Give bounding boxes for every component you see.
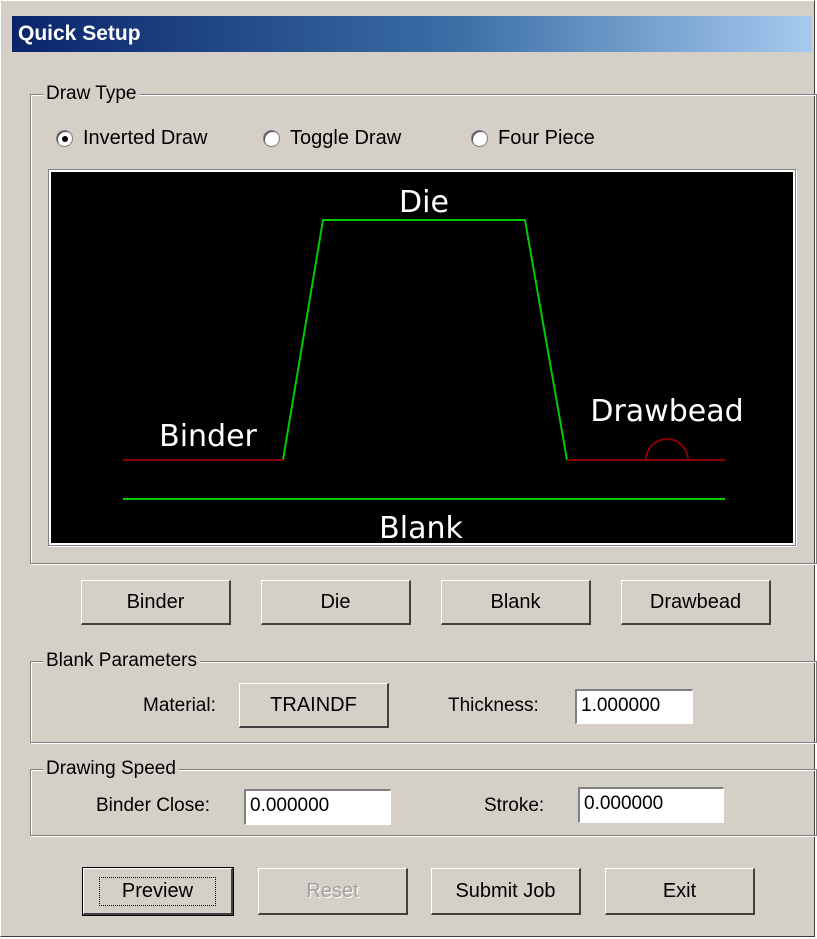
title-bar[interactable]: Quick Setup bbox=[12, 16, 812, 52]
binder-label: Binder bbox=[159, 419, 257, 454]
quick-setup-window: Quick Setup Draw Type Inverted Draw Togg… bbox=[0, 0, 817, 937]
draw-type-diagram: Die Binder Drawbead Blank bbox=[48, 169, 796, 546]
die-label: Die bbox=[399, 185, 449, 220]
drawing-speed-legend: Drawing Speed bbox=[43, 757, 179, 781]
preview-button[interactable]: Preview bbox=[82, 867, 234, 916]
radio-label: Inverted Draw bbox=[83, 127, 208, 149]
blank-button[interactable]: Blank bbox=[441, 580, 591, 625]
radio-inverted-draw[interactable]: Inverted Draw bbox=[56, 127, 208, 150]
exit-button[interactable]: Exit bbox=[605, 868, 755, 915]
submit-job-button-label: Submit Job bbox=[455, 879, 556, 902]
binder-button-label: Binder bbox=[126, 590, 185, 613]
window-title: Quick Setup bbox=[18, 22, 141, 45]
material-label: Material: bbox=[143, 695, 216, 716]
radio-label: Four Piece bbox=[498, 127, 595, 149]
reset-button-label: Reset bbox=[306, 879, 359, 902]
radio-indicator bbox=[56, 130, 73, 147]
exit-button-label: Exit bbox=[662, 879, 697, 902]
stroke-field[interactable]: 0.000000 bbox=[578, 787, 724, 823]
radio-four-piece[interactable]: Four Piece bbox=[471, 127, 595, 150]
thickness-label: Thickness: bbox=[448, 695, 539, 716]
drawbead-label: Drawbead bbox=[590, 394, 743, 429]
thickness-value: 1.000000 bbox=[581, 695, 661, 716]
binder-close-label: Binder Close: bbox=[96, 795, 211, 816]
blank-label: Blank bbox=[379, 511, 463, 543]
thickness-field[interactable]: 1.000000 bbox=[575, 689, 693, 724]
die-button[interactable]: Die bbox=[261, 580, 411, 625]
binder-close-value: 0.000000 bbox=[250, 795, 330, 816]
draw-type-legend: Draw Type bbox=[43, 82, 140, 106]
submit-job-button[interactable]: Submit Job bbox=[431, 868, 581, 915]
material-value: TRAINDF bbox=[270, 693, 357, 716]
drawbead-button[interactable]: Drawbead bbox=[621, 580, 771, 625]
stroke-label: Stroke: bbox=[484, 795, 545, 816]
stroke-value: 0.000000 bbox=[584, 793, 664, 814]
drawbead-button-label: Drawbead bbox=[649, 590, 742, 613]
blank-button-label: Blank bbox=[490, 590, 541, 613]
die-button-label: Die bbox=[320, 590, 351, 613]
blank-parameters-legend: Blank Parameters bbox=[43, 649, 201, 673]
binder-button[interactable]: Binder bbox=[81, 580, 231, 625]
material-button[interactable]: TRAINDF bbox=[239, 683, 389, 728]
preview-button-label: Preview bbox=[98, 876, 217, 906]
reset-button[interactable]: Reset bbox=[258, 868, 408, 915]
radio-indicator bbox=[471, 130, 488, 147]
diagram-background bbox=[51, 172, 793, 543]
binder-close-field[interactable]: 0.000000 bbox=[244, 789, 391, 825]
radio-indicator bbox=[263, 130, 280, 147]
diagram-canvas: Die Binder Drawbead Blank bbox=[51, 172, 793, 543]
radio-toggle-draw[interactable]: Toggle Draw bbox=[263, 127, 401, 150]
radio-label: Toggle Draw bbox=[290, 127, 402, 149]
